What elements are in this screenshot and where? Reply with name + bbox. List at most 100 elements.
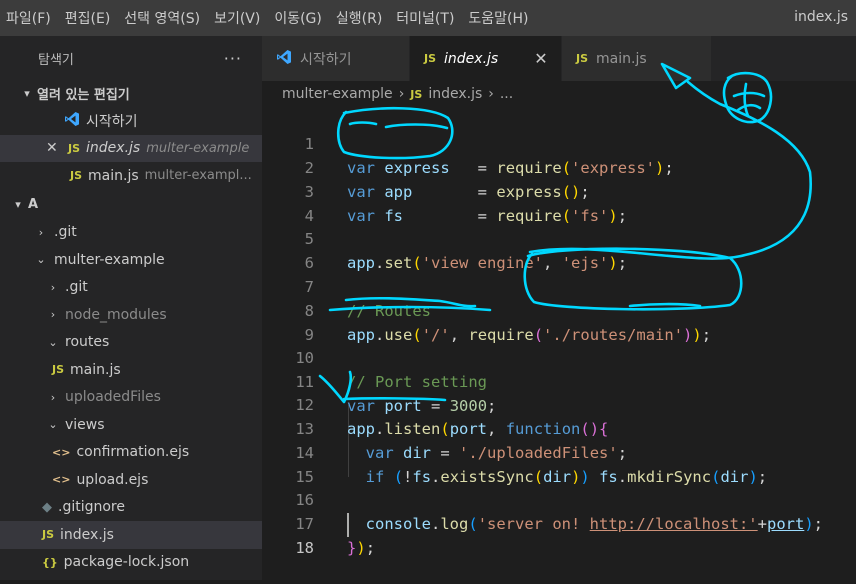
code-line: 12 app.listen(port, function(){ bbox=[262, 369, 856, 438]
ejs-file-icon: <> bbox=[52, 473, 71, 487]
editor-tab-bar: 시작하기 JS index.js ✕ JS main.js bbox=[262, 36, 856, 81]
code-line: 2 var app = express(); bbox=[262, 132, 856, 201]
code-line: 14 if (!fs.existsSync(dir)) fs.mkdirSync… bbox=[262, 417, 856, 486]
explorer-sidebar: 탐색기 ··· ▾ 열려 있는 편집기 시작하기 ✕ JS index.js m… bbox=[0, 36, 262, 580]
code-line: 10 // Port setting bbox=[262, 322, 856, 391]
close-icon[interactable]: ✕ bbox=[534, 49, 547, 68]
line-number: 18 bbox=[295, 539, 314, 557]
menu-run[interactable]: 실행(R) bbox=[329, 8, 389, 28]
menu-edit[interactable]: 편집(E) bbox=[58, 8, 118, 28]
tree-item-label: package-lock.json bbox=[63, 554, 190, 571]
code-line: 11 var port = 3000; bbox=[262, 346, 856, 415]
tree-item[interactable]: › node_modules bbox=[0, 301, 262, 329]
tree-item-label: upload.ejs bbox=[76, 471, 149, 488]
breadcrumb-symbol[interactable]: ... bbox=[500, 86, 513, 102]
code-line: 15 bbox=[262, 441, 856, 486]
menu-terminal[interactable]: 터미널(T) bbox=[389, 8, 461, 28]
chevron-right-icon: › bbox=[38, 225, 44, 239]
explorer-title: 탐색기 bbox=[38, 52, 74, 68]
js-file-icon: JS bbox=[410, 87, 423, 101]
tree-item-label: .git bbox=[65, 279, 88, 296]
tree-item[interactable]: ⌄ views bbox=[0, 411, 262, 439]
chevron-right-icon: › bbox=[50, 390, 56, 404]
code-line-current: 18 bbox=[262, 512, 856, 557]
tree-item-label: .gitignore bbox=[58, 499, 125, 516]
tree-item[interactable]: › .git bbox=[0, 219, 262, 247]
menu-file[interactable]: 파일(F) bbox=[0, 8, 58, 28]
tab-index-js[interactable]: JS index.js ✕ bbox=[410, 36, 562, 81]
tab-label: index.js bbox=[444, 50, 499, 67]
open-editor-desc: multer-example bbox=[146, 140, 250, 156]
code-line: 17 }); bbox=[262, 488, 856, 557]
js-file-icon: JS bbox=[576, 52, 589, 65]
js-file-icon: JS bbox=[52, 363, 65, 377]
more-icon[interactable]: ··· bbox=[224, 49, 242, 68]
tree-item-label: routes bbox=[65, 334, 110, 351]
close-icon[interactable]: ✕ bbox=[46, 140, 64, 156]
chevron-right-icon: › bbox=[50, 308, 56, 322]
tab-label: 시작하기 bbox=[300, 51, 352, 68]
tree-item-label: node_modules bbox=[65, 306, 167, 323]
chevron-right-icon: › bbox=[50, 280, 56, 294]
breadcrumb-folder[interactable]: multer-example bbox=[282, 86, 393, 102]
tree-item[interactable]: › uploadedFiles bbox=[0, 384, 262, 412]
js-file-icon: JS bbox=[70, 169, 83, 183]
code-line: 4 bbox=[262, 180, 856, 225]
chevron-right-icon: › bbox=[398, 86, 405, 102]
tree-item-label: uploadedFiles bbox=[65, 389, 161, 406]
code-line: 13 var dir = './uploadedFiles'; bbox=[262, 393, 856, 462]
tree-item[interactable]: <> upload.ejs bbox=[0, 466, 262, 494]
menu-go[interactable]: 이동(G) bbox=[267, 8, 329, 28]
code-editor[interactable]: 1 var express = require('express'); 2 va… bbox=[262, 107, 856, 580]
code-line: 3 var fs = require('fs'); bbox=[262, 156, 856, 225]
tree-item[interactable]: {} package-lock.json bbox=[0, 549, 262, 577]
json-file-icon: {} bbox=[42, 555, 58, 569]
tree-item-selected[interactable]: JS index.js bbox=[0, 521, 262, 549]
tree-item[interactable]: ◆ .gitignore bbox=[0, 494, 262, 522]
open-editor-label: main.js bbox=[88, 167, 139, 184]
folder-section-a[interactable]: ▾ A bbox=[0, 190, 262, 219]
folder-title: A bbox=[28, 196, 39, 212]
explorer-header: 탐색기 ··· bbox=[0, 36, 262, 80]
chevron-down-icon: ▾ bbox=[15, 197, 21, 211]
code-line: 8 app.use('/', require('./routes/main'))… bbox=[262, 275, 856, 344]
js-file-icon: JS bbox=[424, 52, 437, 65]
tree-item-label: .git bbox=[54, 224, 77, 241]
code-line: 5 app.set('view engine', 'ejs'); bbox=[262, 203, 856, 272]
tree-item-label: views bbox=[65, 416, 105, 433]
tree-item[interactable]: <> confirmation.ejs bbox=[0, 439, 262, 467]
menu-bar: 파일(F) 편집(E) 선택 영역(S) 보기(V) 이동(G) 실행(R) 터… bbox=[0, 0, 856, 36]
tab-main-js[interactable]: JS main.js bbox=[562, 36, 712, 81]
open-editors-section[interactable]: ▾ 열려 있는 편집기 bbox=[0, 80, 262, 107]
open-editor-item-main-js[interactable]: JS main.js multer-exampl... bbox=[0, 162, 262, 190]
open-editor-item-index-js[interactable]: ✕ JS index.js multer-example bbox=[0, 134, 262, 162]
tree-item[interactable]: ⌄ routes bbox=[0, 329, 262, 357]
open-editor-label: index.js bbox=[86, 140, 141, 157]
open-editor-item-welcome[interactable]: 시작하기 bbox=[0, 107, 262, 135]
tab-label: main.js bbox=[596, 50, 647, 67]
tab-welcome[interactable]: 시작하기 bbox=[262, 36, 410, 81]
chevron-right-icon: › bbox=[488, 86, 494, 102]
chevron-down-icon: ⌄ bbox=[48, 335, 58, 349]
js-file-icon: JS bbox=[42, 528, 55, 542]
menu-selection[interactable]: 선택 영역(S) bbox=[117, 8, 207, 28]
menu-view[interactable]: 보기(V) bbox=[207, 8, 267, 28]
vscode-logo-icon bbox=[276, 49, 292, 69]
tree-item[interactable]: › .git bbox=[0, 274, 262, 302]
tree-item-label: multer-example bbox=[54, 251, 165, 268]
breadcrumb-file[interactable]: index.js bbox=[428, 86, 482, 102]
tree-item[interactable]: ⌄ multer-example bbox=[0, 246, 262, 274]
open-editor-label: 시작하기 bbox=[86, 113, 138, 130]
text-cursor bbox=[347, 513, 349, 537]
open-editors-title: 열려 있는 편집기 bbox=[37, 88, 130, 103]
menu-help[interactable]: 도움말(H) bbox=[461, 8, 535, 28]
ejs-file-icon: <> bbox=[52, 445, 71, 459]
breadcrumb: multer-example › JS index.js › ... bbox=[262, 81, 856, 107]
open-editor-desc: multer-exampl... bbox=[144, 168, 252, 184]
chevron-down-icon: ⌄ bbox=[36, 253, 46, 267]
tree-item-label: main.js bbox=[70, 361, 121, 378]
tree-item[interactable]: JS main.js bbox=[0, 356, 262, 384]
tree-item-label: index.js bbox=[60, 526, 114, 543]
js-file-icon: JS bbox=[68, 141, 81, 155]
tree-item-label: confirmation.ejs bbox=[76, 444, 190, 461]
